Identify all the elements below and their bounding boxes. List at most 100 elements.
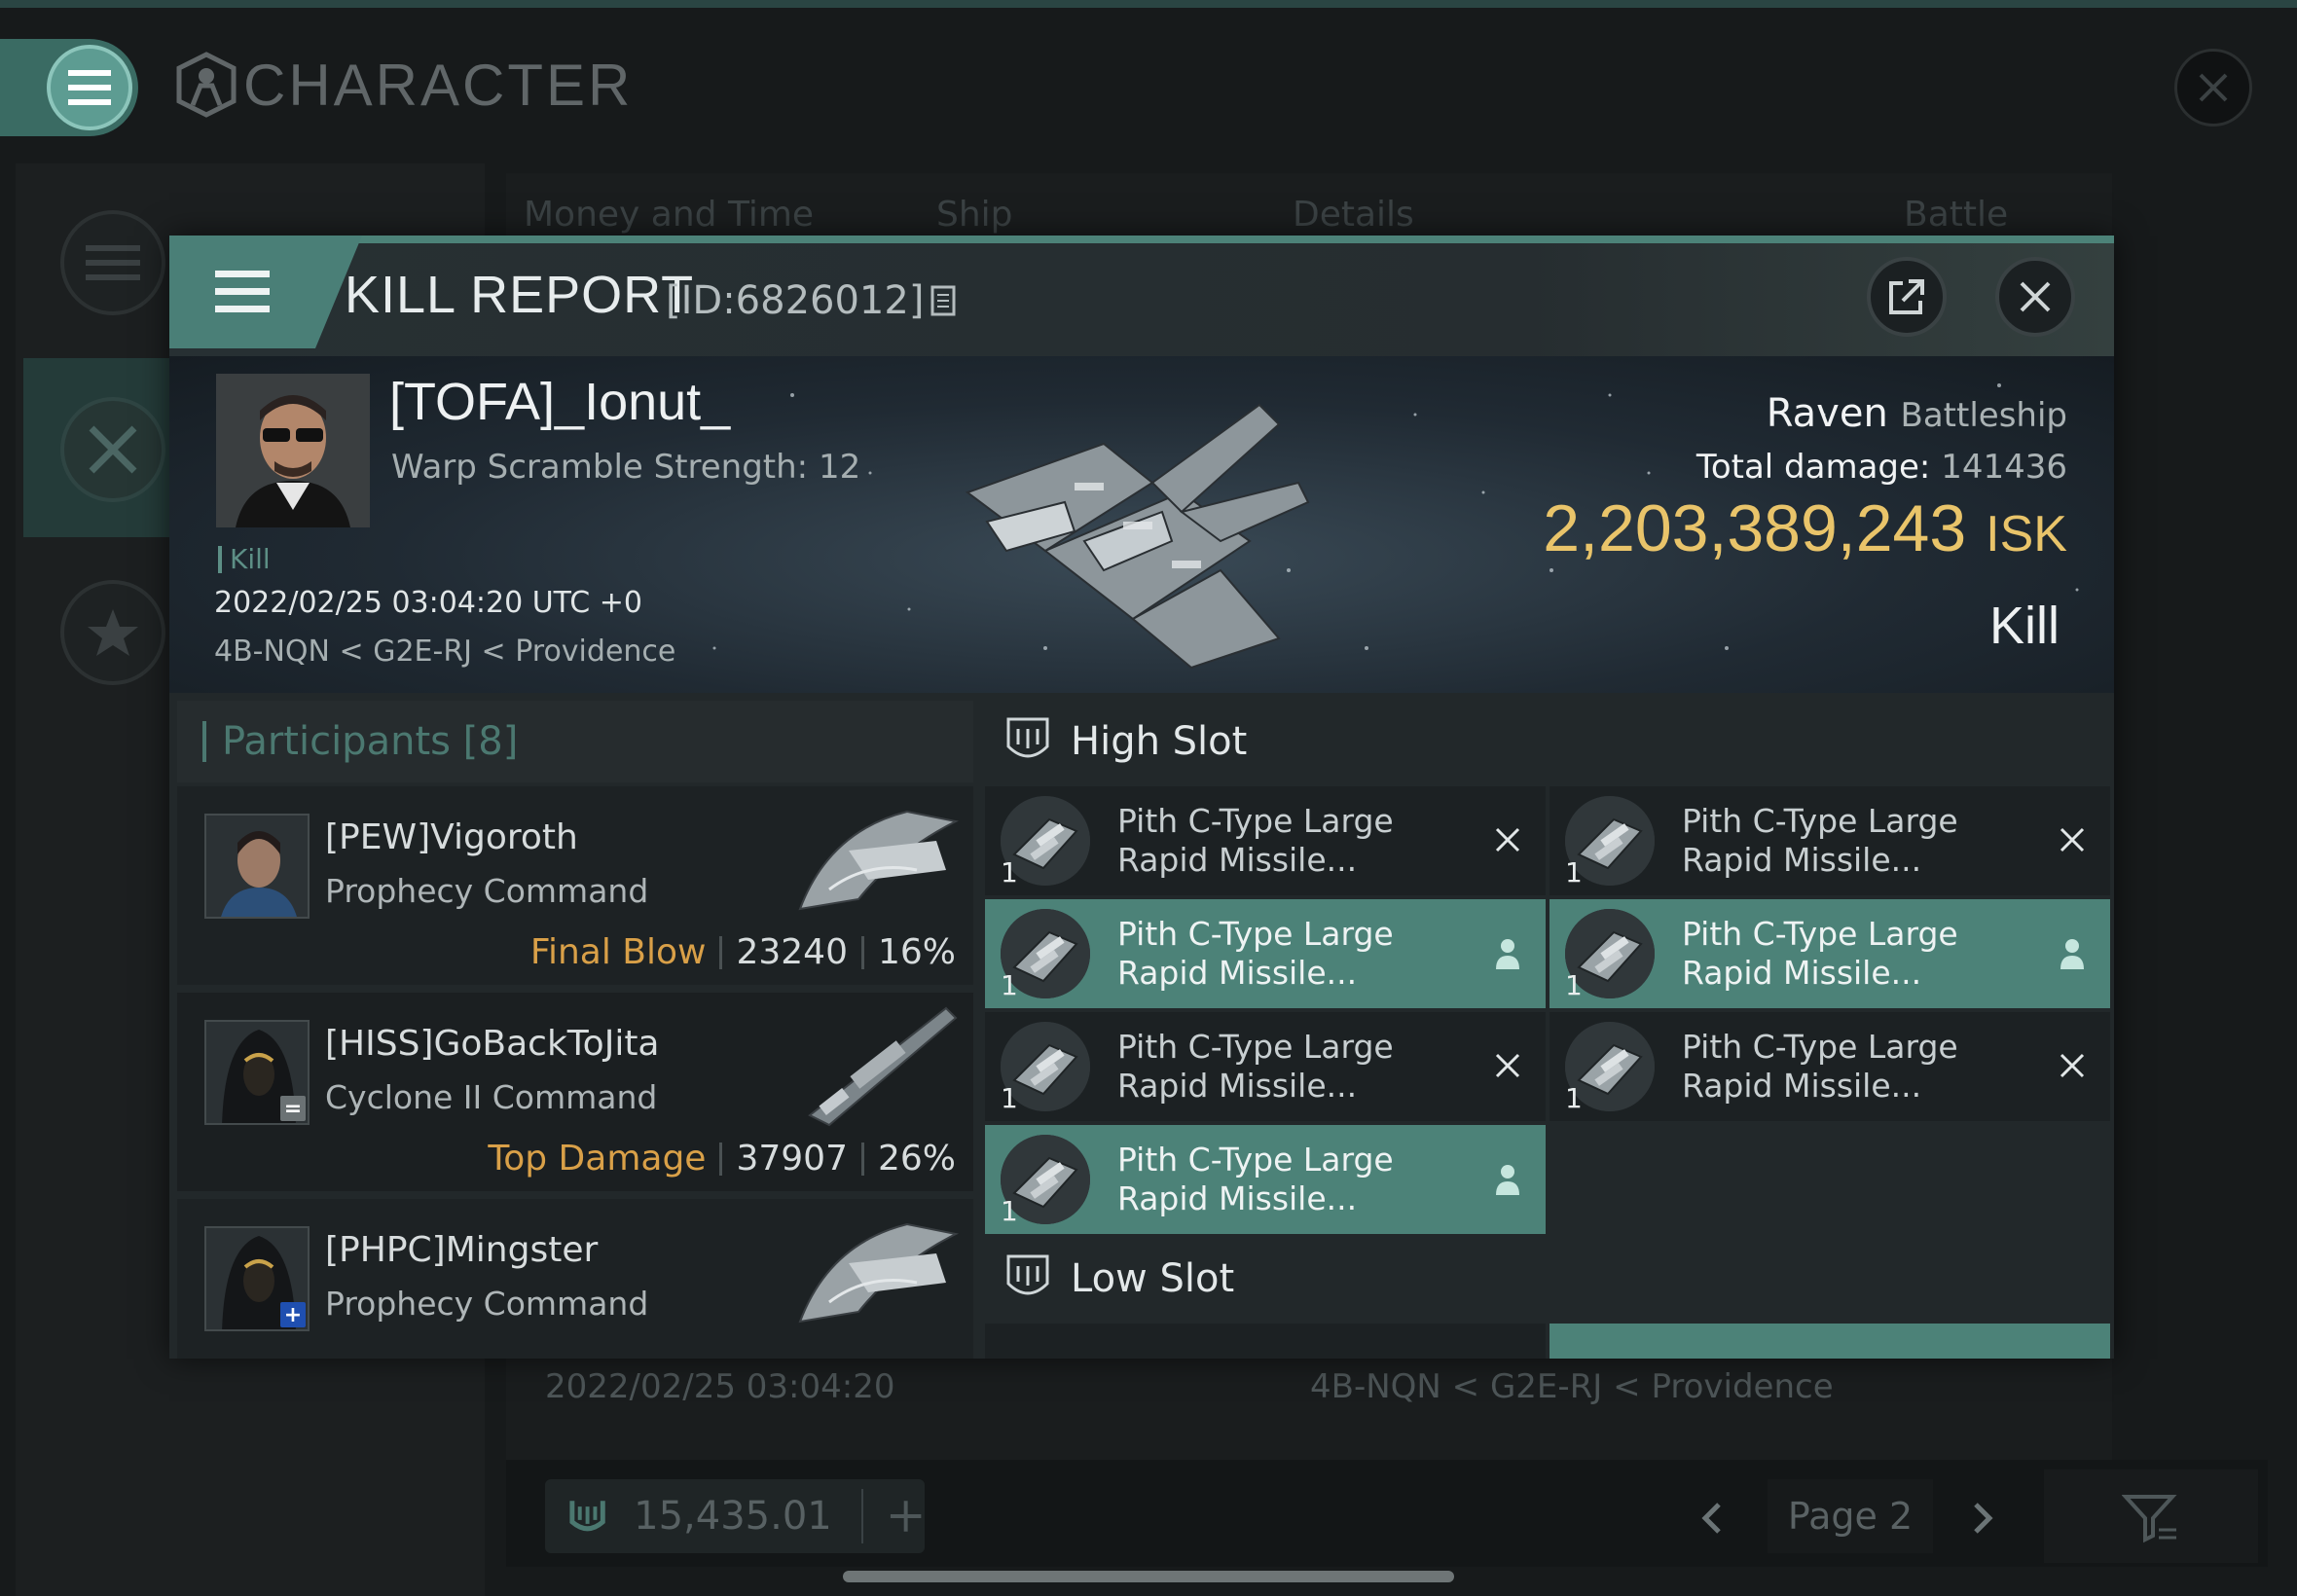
raven-ship-image: [965, 403, 1310, 670]
copy-icon[interactable]: [930, 284, 957, 317]
page-label: Page 2: [1787, 1495, 1914, 1538]
kill-location[interactable]: 4B-NQN < G2E-RJ < Providence: [214, 635, 675, 669]
scroll-indicator[interactable]: [843, 1571, 1454, 1582]
high-slot-item[interactable]: 1 Pith C-Type Large Rapid Missile...: [1550, 899, 2110, 1008]
top-damage-label: Top Damage: [488, 1139, 707, 1179]
high-slot-item[interactable]: 1 Pith C-Type Large Rapid Missile...: [985, 1125, 1546, 1234]
participant-avatar: +: [204, 1226, 310, 1331]
header-details[interactable]: Details: [1293, 195, 1414, 235]
victim-banner: [TOFA]_Ionut_ Warp Scramble Strength: 12…: [169, 356, 2114, 693]
module-status: [2056, 936, 2089, 969]
kill-tag-text: Kill: [230, 543, 271, 575]
row-location: 4B-NQN < G2E-RJ < Providence: [1310, 1367, 1834, 1406]
wallet-widget[interactable]: 15,435.01: [545, 1479, 925, 1553]
prophecy-ship-image: [798, 1222, 960, 1324]
modal-close-button[interactable]: [1995, 257, 2075, 337]
kill-datetime: 2022/02/25 03:04:20 UTC +0: [214, 586, 642, 620]
low-slot-title: Low Slot: [1071, 1256, 1235, 1301]
module-name-line2: Rapid Missile...: [1682, 1067, 1922, 1105]
participant-avatar: [204, 814, 310, 919]
shield-slot-icon: [1006, 1254, 1049, 1295]
row-date: 2022/02/25 03:04:20: [545, 1367, 895, 1406]
module-status: [2056, 823, 2089, 856]
ship-name: Raven: [1766, 391, 1888, 436]
rail-star-button[interactable]: [60, 580, 165, 685]
main-menu-button[interactable]: [47, 45, 132, 130]
low-slot-item[interactable]: [1550, 1324, 2110, 1359]
high-slot-item[interactable]: 1 Pith C-Type Large Rapid Missile...: [985, 786, 1546, 895]
final-blow-label: Final Blow: [529, 932, 707, 972]
victim-portrait-icon: [216, 374, 370, 527]
high-slot-header: High Slot: [981, 701, 2114, 782]
kill-id[interactable]: [ID:6826012]: [666, 278, 957, 323]
participant-name: [PEW]Vigoroth: [325, 817, 578, 857]
wallet-icon: [569, 1501, 605, 1532]
share-button[interactable]: [1867, 257, 1947, 337]
participant-badge: =: [280, 1096, 306, 1121]
app-title-text: CHARACTER: [243, 52, 634, 118]
participant-row[interactable]: = [HISS]GoBackToJita Cyclone II Command …: [177, 993, 973, 1191]
ship-class: Battleship: [1900, 396, 2067, 435]
high-slot-title: High Slot: [1071, 719, 1248, 764]
kill-id-text: [ID:6826012]: [666, 278, 925, 323]
module-name: Pith C-Type Large Rapid Missile...: [1682, 915, 1958, 993]
module-name: Pith C-Type Large Rapid Missile...: [1117, 802, 1394, 880]
share-icon: [1889, 279, 1924, 314]
participant-ship: Prophecy Command: [325, 872, 649, 910]
module-qty: 1: [1565, 856, 1583, 889]
destroyed-x-icon: [1495, 827, 1520, 852]
filter-icon: [2122, 1495, 2177, 1543]
high-slot-item[interactable]: 1 Pith C-Type Large Rapid Missile...: [985, 899, 1546, 1008]
participant-stats: Final Blow 23240 16%: [530, 932, 956, 972]
header-money-time[interactable]: Money and Time: [524, 195, 814, 235]
app-close-button[interactable]: [2174, 49, 2252, 127]
low-slot-item[interactable]: [985, 1324, 1546, 1359]
isk-unit: ISK: [1986, 506, 2067, 562]
victim-avatar[interactable]: [216, 374, 370, 527]
high-slot-item[interactable]: 1 Pith C-Type Large Rapid Missile...: [1550, 1012, 2110, 1121]
modal-title: KILL REPORT: [345, 266, 695, 324]
module-name: Pith C-Type Large Rapid Missile...: [1117, 1141, 1394, 1218]
header-ship[interactable]: Ship: [936, 195, 1013, 235]
module-name-line2: Rapid Missile...: [1117, 1179, 1358, 1217]
participant-avatar: =: [204, 1020, 310, 1125]
victim-name[interactable]: [TOFA]_Ionut_: [389, 372, 730, 432]
crossed-swords-icon: [89, 425, 137, 474]
participant-damage: 23240: [736, 932, 848, 972]
star-icon: [88, 609, 138, 656]
high-slot-item[interactable]: 1 Pith C-Type Large Rapid Missile...: [1550, 786, 2110, 895]
module-qty: 1: [1001, 1082, 1018, 1114]
module-name-line1: Pith C-Type Large: [1682, 1028, 1958, 1066]
module-qty: 1: [1565, 1082, 1583, 1114]
portrait-icon: [206, 816, 308, 917]
plus-icon[interactable]: [887, 1497, 925, 1536]
dropped-person-icon: [2060, 939, 2084, 969]
participant-percent: 26%: [877, 1139, 956, 1179]
module-status: [1491, 1162, 1524, 1195]
cyclone-ship-image: [808, 1006, 958, 1127]
rail-battle-button[interactable]: [60, 397, 165, 502]
participant-row[interactable]: [PEW]Vigoroth Prophecy Command Final Blo…: [177, 786, 973, 985]
participant-row[interactable]: + [PHPC]Mingster Prophecy Command: [177, 1199, 973, 1359]
top-strip: [0, 0, 2297, 8]
filter-button[interactable]: [2044, 1469, 2258, 1563]
module-name: Pith C-Type Large Rapid Missile...: [1117, 1028, 1394, 1106]
rail-list-button[interactable]: [60, 210, 165, 315]
destroyed-x-icon: [1495, 1053, 1520, 1078]
isk-value: 2,203,389,243 ISK: [1543, 490, 2067, 566]
high-slot-item[interactable]: 1 Pith C-Type Large Rapid Missile...: [985, 1012, 1546, 1121]
module-name-line1: Pith C-Type Large: [1682, 802, 1958, 840]
module-name-line2: Rapid Missile...: [1117, 1067, 1358, 1105]
chevron-left-icon[interactable]: [1694, 1499, 1732, 1538]
dropped-person-icon: [1496, 1165, 1519, 1195]
dropped-person-icon: [1496, 939, 1519, 969]
victim-ship[interactable]: Raven Battleship: [1767, 391, 2067, 436]
module-name: Pith C-Type Large Rapid Missile...: [1117, 915, 1394, 993]
module-status: [2056, 1049, 2089, 1082]
modal-menu-button[interactable]: [169, 236, 315, 348]
module-name-line1: Pith C-Type Large: [1117, 1141, 1394, 1179]
warp-scramble-strength: Warp Scramble Strength: 12: [391, 448, 861, 487]
wallet-value: 15,435.01: [634, 1494, 832, 1539]
prophecy-ship-image: [798, 810, 960, 911]
chevron-right-icon[interactable]: [1962, 1499, 2001, 1538]
